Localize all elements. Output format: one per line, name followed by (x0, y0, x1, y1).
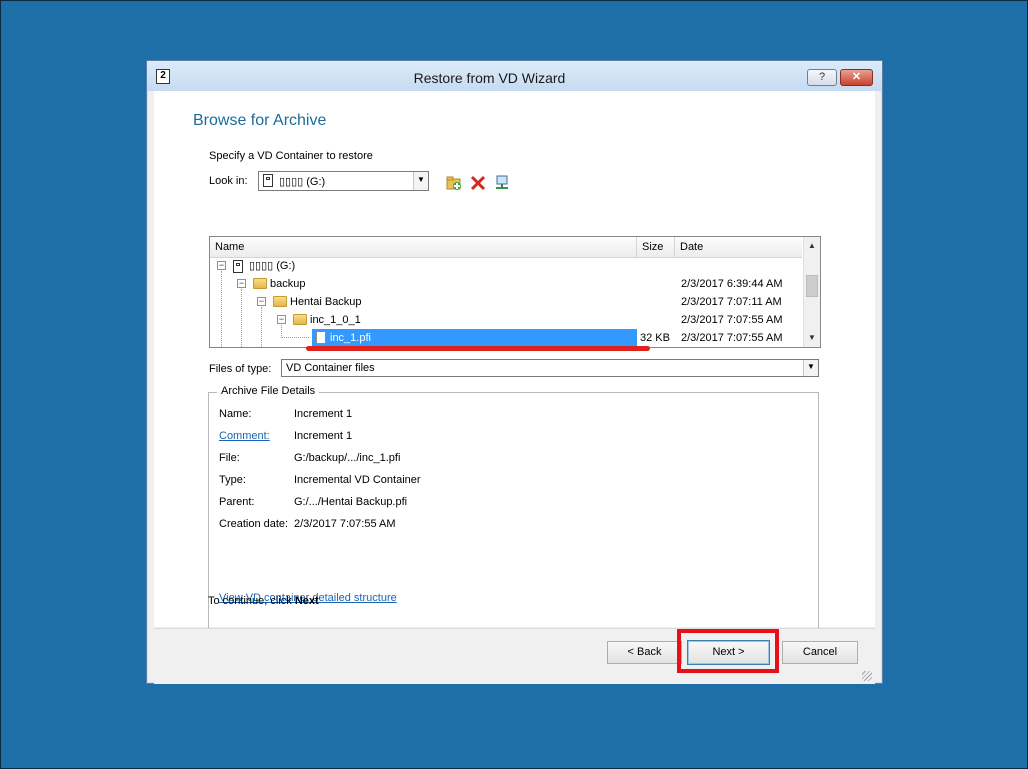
network-icon[interactable] (494, 175, 510, 191)
collapse-icon[interactable]: − (277, 315, 286, 324)
detail-file-label: File: (219, 452, 240, 464)
delete-icon[interactable] (470, 175, 486, 191)
detail-parent-label: Parent: (219, 496, 255, 508)
tree-row-hentai-backup[interactable]: − Hentai Backup 2/3/2017 7:07:11 AM (210, 293, 802, 311)
collapse-icon[interactable]: − (237, 279, 246, 288)
tree-row-name: inc_1_0_1 (310, 314, 361, 326)
folder-icon (253, 278, 267, 289)
tree-row-date: 2/3/2017 7:07:55 AM (681, 314, 783, 326)
red-underline-annotation (306, 346, 650, 351)
detail-creation-date-value: 2/3/2017 7:07:55 AM (294, 518, 396, 530)
back-button[interactable]: < Back (607, 641, 682, 664)
file-icon (316, 331, 326, 344)
tree-row-selected-file[interactable]: inc_1.pfi 32 KB 2/3/2017 7:07:55 AM (210, 329, 802, 347)
page-heading: Browse for Archive (193, 112, 327, 129)
column-size[interactable]: Size (637, 237, 675, 257)
help-button[interactable]: ? (807, 69, 837, 86)
chevron-down-icon[interactable]: ▼ (803, 360, 818, 376)
look-in-label: Look in: (209, 175, 248, 187)
folder-icon (273, 296, 287, 307)
cancel-button[interactable]: Cancel (782, 641, 858, 664)
continue-next-word: Next (294, 595, 319, 607)
detail-parent-value: G:/.../Hentai Backup.pfi (294, 496, 408, 508)
window-title: Restore from VD Wizard (413, 70, 566, 86)
tree-row-backup[interactable]: − backup 2/3/2017 6:39:44 AM (210, 275, 802, 293)
look-in-dropdown[interactable]: ▯▯▯▯ (G:) ▼ (258, 171, 429, 191)
files-of-type-value: VD Container files (286, 362, 375, 374)
instruction-text: Specify a VD Container to restore (209, 150, 373, 162)
wizard-window: 2 Restore from VD Wizard ? ✕ Browse for … (146, 60, 883, 684)
files-of-type-label: Files of type: (209, 363, 272, 375)
look-in-value: ▯▯▯▯ (G:) (279, 176, 326, 188)
archive-details-title: Archive File Details (217, 385, 320, 397)
files-of-type-dropdown[interactable]: VD Container files ▼ (281, 359, 819, 377)
detail-type-value: Incremental VD Container (294, 474, 421, 486)
detail-name-value: Increment 1 (294, 408, 353, 420)
tree-row-inc-folder[interactable]: − inc_1_0_1 2/3/2017 7:07:55 AM (210, 311, 802, 329)
close-button[interactable]: ✕ (840, 69, 873, 86)
folder-icon (293, 314, 307, 325)
tree-scrollbar[interactable]: ▲ ▼ (803, 237, 820, 347)
scroll-up-icon[interactable]: ▲ (804, 237, 820, 254)
wizard-content: Browse for Archive Specify a VD Containe… (154, 91, 875, 646)
tree-row-name: ▯▯▯▯ (G:) (249, 260, 296, 272)
tree-row-date: 2/3/2017 7:07:55 AM (681, 332, 783, 344)
tree-row-drive[interactable]: − ▯▯▯▯ (G:) (210, 257, 802, 275)
collapse-icon[interactable]: − (217, 261, 226, 270)
detail-file-value: G:/backup/.../inc_1.pfi (294, 452, 401, 464)
detail-comment-link[interactable]: Comment: (219, 430, 270, 442)
tree-row-name: inc_1.pfi (330, 332, 371, 344)
column-name[interactable]: Name (210, 237, 637, 257)
tree-header: Name Size Date (210, 237, 802, 258)
continue-prefix: To continue, click (208, 595, 292, 607)
scroll-down-icon[interactable]: ▼ (804, 329, 820, 346)
tree-row-date: 2/3/2017 6:39:44 AM (681, 278, 783, 290)
drive-icon (263, 174, 273, 187)
tree-row-size: 32 KB (640, 332, 670, 344)
drive-icon (233, 259, 243, 273)
tree-row-date: 2/3/2017 7:07:11 AM (681, 296, 782, 308)
title-bar: 2 Restore from VD Wizard ? ✕ (147, 61, 882, 91)
detail-type-label: Type: (219, 474, 246, 486)
tree-row-name: backup (270, 278, 306, 290)
detail-comment-value: Increment 1 (294, 430, 353, 442)
column-date[interactable]: Date (675, 237, 802, 257)
continue-instruction: To continue, click Next (208, 595, 319, 607)
resize-grip[interactable] (862, 671, 872, 681)
red-box-annotation (677, 629, 779, 673)
detail-creation-date-label: Creation date: (219, 518, 289, 530)
detail-name-label: Name: (219, 408, 252, 420)
chevron-down-icon[interactable]: ▼ (413, 172, 428, 190)
archive-tree[interactable]: Name Size Date − ▯▯▯▯ (G:) − backup 2/3/… (209, 236, 821, 348)
new-folder-icon[interactable] (446, 175, 462, 191)
scroll-thumb[interactable] (806, 275, 818, 297)
collapse-icon[interactable]: − (257, 297, 266, 306)
tree-row-name: Hentai Backup (290, 296, 362, 308)
